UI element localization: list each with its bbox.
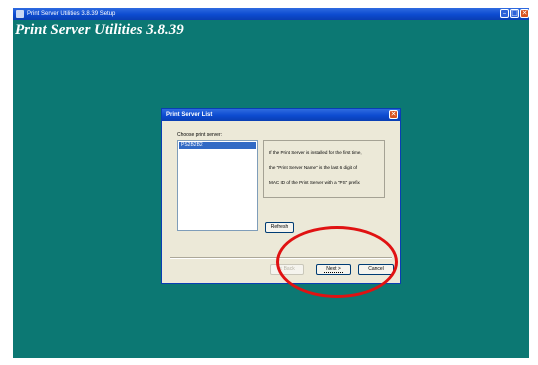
info-text-line: the "Print Server Name" is the last 6 di… bbox=[269, 165, 358, 170]
list-item[interactable]: PS2B2B2 bbox=[179, 142, 256, 149]
info-text-line: MAC ID of the Print Server with a "PS" p… bbox=[269, 180, 360, 185]
banner-title: Print Server Utilities 3.8.39 bbox=[15, 22, 184, 38]
refresh-button[interactable]: Refresh bbox=[265, 222, 294, 233]
highlight-ellipse bbox=[276, 226, 398, 298]
dialog-title: Print Server List bbox=[166, 112, 213, 118]
window-title: Print Server Utilities 3.8.39 Setup bbox=[27, 11, 116, 17]
installer-window: Print Server Utilities 3.8.39 Setup – □ … bbox=[13, 8, 529, 358]
close-icon[interactable]: ✕ bbox=[520, 9, 529, 18]
window-titlebar: Print Server Utilities 3.8.39 Setup – □ … bbox=[13, 8, 529, 20]
server-listbox[interactable]: PS2B2B2 bbox=[177, 140, 258, 231]
dialog-close-icon[interactable]: ✕ bbox=[389, 110, 398, 119]
choose-server-label: Choose print server: bbox=[177, 132, 223, 138]
dialog-titlebar: Print Server List ✕ bbox=[162, 109, 400, 121]
info-box: If the Print Server is installed for the… bbox=[263, 140, 385, 198]
setup-app-icon bbox=[16, 10, 24, 18]
maximize-icon[interactable]: □ bbox=[510, 9, 519, 18]
minimize-icon[interactable]: – bbox=[500, 9, 509, 18]
info-text-line: If the Print Server is installed for the… bbox=[269, 150, 362, 155]
